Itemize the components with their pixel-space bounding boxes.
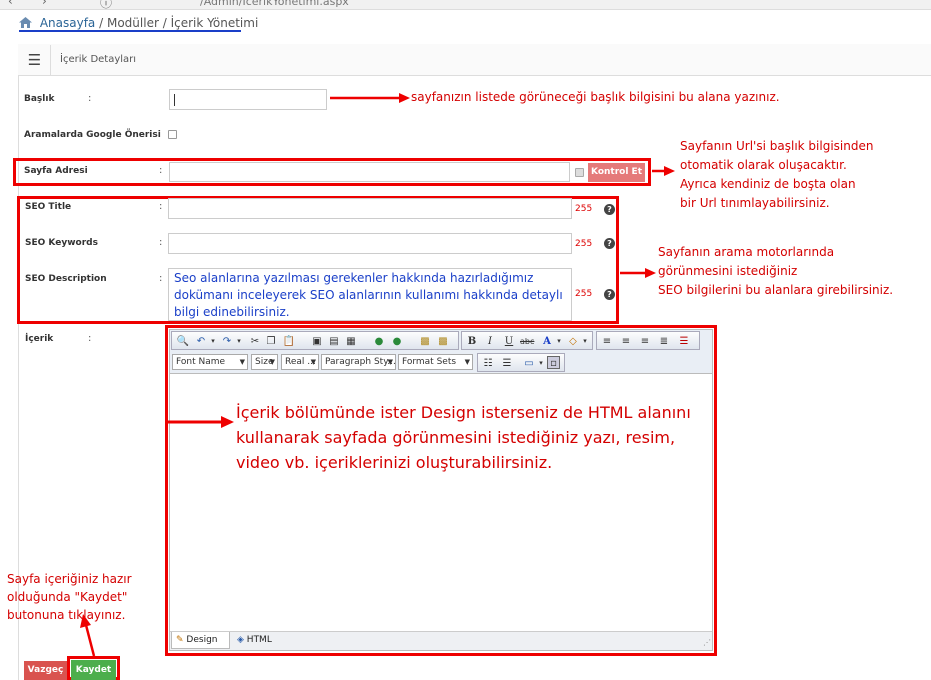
arrow-url: [652, 166, 675, 176]
arrow-editor: [168, 416, 234, 428]
annotation-arrows: [80, 93, 675, 657]
arrow-seo: [620, 268, 656, 278]
arrow-save: [80, 614, 96, 657]
arrow-title: [330, 93, 410, 103]
